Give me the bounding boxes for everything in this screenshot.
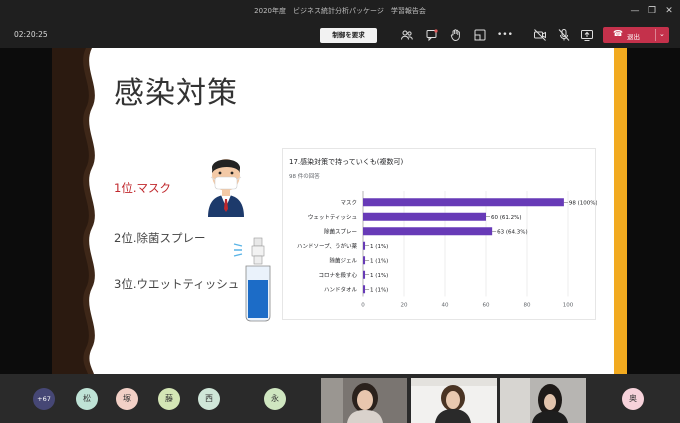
slide-title: 感染対策	[114, 76, 238, 111]
data-label: 1 (1%)	[370, 258, 388, 264]
category-label: コロナを殺す心	[318, 271, 357, 279]
category-label: ハンドソープ、うがい薬	[297, 242, 358, 250]
data-label: 1 (1%)	[370, 287, 388, 293]
data-label: 1 (1%)	[370, 244, 388, 250]
bar	[363, 212, 486, 221]
survey-chart-card: 17.感染対策で持っていくも(複数可) 98 件の回答 0 20 40 60 80 100…	[282, 148, 597, 320]
data-label: 98 (100%)	[569, 200, 597, 206]
chart-title: 17.感染対策で持っていくも(複数可)	[289, 158, 404, 166]
wood-border-decoration	[52, 48, 95, 374]
participant-video	[321, 378, 407, 423]
phone-hangup-icon: ☎	[613, 29, 623, 38]
participant-avatar[interactable]: 塚	[116, 388, 138, 410]
masked-person-illustration	[208, 159, 244, 217]
response-count: 98 件の回答	[289, 174, 320, 180]
more-actions-icon[interactable]: •••	[497, 28, 513, 42]
participant-video-tile[interactable]	[500, 378, 586, 423]
spray-bottle-illustration	[233, 237, 271, 322]
bar	[363, 256, 366, 265]
x-tick-label: 20	[401, 303, 408, 309]
raise-hand-icon[interactable]	[449, 28, 463, 42]
leave-label: 退出	[627, 33, 640, 41]
data-label: 63 (64.3%)	[497, 229, 528, 235]
participants-strip: +67 松 塚 藤 西 永 奥	[0, 374, 680, 423]
participant-avatar[interactable]: 奥	[622, 388, 644, 410]
bar-chart: 0 20 40 60 80 100 マスク 98 (100%) ウェットティッシュ 60 (61.…	[297, 191, 597, 309]
rank-1-label: 1位.マスク	[114, 181, 171, 195]
data-label: 60 (61.2%)	[491, 215, 522, 221]
participant-avatar[interactable]: 松	[76, 388, 98, 410]
chat-icon[interactable]	[425, 28, 439, 42]
bar	[363, 227, 493, 236]
rank-3-label: 3位.ウエットティッシュ	[114, 277, 240, 291]
participants-icon[interactable]	[400, 28, 414, 42]
mic-off-icon[interactable]	[557, 28, 571, 42]
presentation-slide: 感染対策 1位.マスク 2位.除菌スプレー 3位.ウエットティッシュ 17.感染…	[52, 48, 627, 374]
x-tick-label: 80	[524, 303, 531, 309]
participant-avatar[interactable]: 西	[198, 388, 220, 410]
camera-off-icon[interactable]	[533, 28, 547, 42]
category-label: 除菌ジェル	[329, 256, 357, 264]
request-control-button[interactable]: 制御を要求	[320, 28, 377, 43]
accent-bar	[614, 48, 627, 374]
participant-video-tile[interactable]	[411, 378, 497, 423]
chevron-down-icon[interactable]: ⌄	[659, 30, 665, 38]
participant-video	[411, 378, 497, 423]
category-label: マスク	[340, 199, 357, 206]
participant-avatar[interactable]: 永	[264, 388, 286, 410]
x-tick-label: 100	[563, 303, 574, 309]
bar	[363, 198, 564, 207]
teams-meeting-window: 2020年度 ビジネス統計分析パッケージ 学習報告会 — ❐ ✕ 02:20:2…	[0, 0, 680, 423]
shared-content-stage: 感染対策 1位.マスク 2位.除菌スプレー 3位.ウエットティッシュ 17.感染…	[0, 48, 680, 374]
participant-video-tile[interactable]	[321, 378, 407, 423]
meeting-toolbar: 02:20:25 制御を要求 ••• ☎ 退出 ⌄	[0, 22, 680, 48]
close-icon[interactable]: ✕	[662, 4, 676, 18]
breakout-rooms-icon[interactable]	[473, 28, 487, 42]
meeting-timer: 02:20:25	[14, 30, 48, 39]
bar	[363, 241, 366, 250]
window-title: 2020年度 ビジネス統計分析パッケージ 学習報告会	[254, 7, 426, 15]
x-tick-label: 40	[442, 303, 449, 309]
participant-avatar[interactable]: 藤	[158, 388, 180, 410]
bar	[363, 285, 366, 294]
restore-icon[interactable]: ❐	[645, 4, 659, 18]
category-label: 除菌スプレー	[324, 227, 357, 235]
more-participants-badge[interactable]: +67	[33, 388, 55, 410]
data-label: 1 (1%)	[370, 273, 388, 279]
participant-video	[500, 378, 586, 423]
category-label: ウェットティッシュ	[308, 213, 357, 221]
title-bar: 2020年度 ビジネス統計分析パッケージ 学習報告会 — ❐ ✕	[0, 0, 680, 22]
share-screen-icon[interactable]	[580, 28, 594, 42]
x-tick-label: 0	[361, 303, 365, 309]
bar	[363, 270, 366, 279]
category-label: ハンドタオル	[324, 285, 358, 293]
minimize-icon[interactable]: —	[628, 4, 642, 18]
x-tick-label: 60	[483, 303, 490, 309]
rank-2-label: 2位.除菌スプレー	[114, 231, 206, 245]
leave-button[interactable]: ☎ 退出 ⌄	[603, 27, 669, 43]
